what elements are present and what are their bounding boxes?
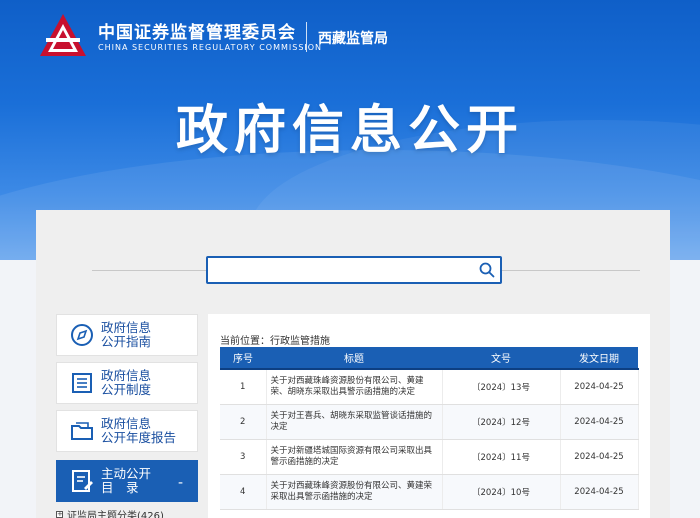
- sidebar-item-label: 公开制度: [101, 382, 152, 397]
- main-card: 政府信息 公开指南 政府信息 公开制度 政府信息 公开年度报告 主动公开 目 录…: [36, 210, 670, 518]
- column-header-no: 序号: [220, 347, 266, 370]
- row-doc-no: 〔2024〕11号: [442, 439, 561, 475]
- csrc-logo-icon[interactable]: [38, 12, 88, 58]
- compass-icon: [63, 314, 101, 356]
- row-title-link[interactable]: 关于对王喜兵、胡晓东采取监管谈话措施的决定: [266, 404, 443, 440]
- column-header-doc-no: 文号: [442, 347, 560, 370]
- results-table: 序号 标题 文号 发文日期 1 关于对西藏珠峰资源股份有限公司、黄建荣、胡晓东采…: [220, 347, 639, 510]
- row-number: 1: [220, 369, 267, 405]
- sidebar-item-label: 政府信息: [101, 320, 152, 335]
- header-divider: [306, 22, 307, 52]
- org-name-cn: 中国证券监督管理委员会: [98, 23, 296, 43]
- branch-name: 西藏监管局: [318, 31, 388, 47]
- row-doc-no: 〔2024〕12号: [442, 404, 561, 440]
- table-row: 4 关于对西藏珠峰资源股份有限公司、黄建荣采取出具警示函措施的决定 〔2024〕…: [220, 474, 639, 510]
- search-divider-right: [500, 270, 640, 271]
- folder-icon: [63, 410, 101, 452]
- row-doc-no: 〔2024〕13号: [442, 369, 561, 405]
- table-row: 3 关于对新疆塔城国际资源有限公司采取出具警示函措施的决定 〔2024〕11号 …: [220, 439, 639, 475]
- search-icon[interactable]: [474, 258, 500, 282]
- list-icon: [63, 362, 101, 404]
- content-panel: 当前位置：行政监管措施 序号 标题 文号 发文日期 1 关于对西藏珠峰资源股份有…: [208, 314, 650, 518]
- breadcrumb: 当前位置：行政监管措施: [220, 336, 330, 347]
- org-name-en: CHINA SECURITIES REGULATORY COMMISSION: [98, 43, 323, 52]
- sidebar-item-annual-report[interactable]: 政府信息 公开年度报告: [56, 410, 198, 452]
- table-row: 1 关于对西藏珠峰资源股份有限公司、黄建荣、胡晓东采取出具警示函措施的决定 〔2…: [220, 369, 639, 405]
- sidebar-item-label: 政府信息: [101, 368, 152, 383]
- page-title: 政府信息公开: [175, 101, 524, 161]
- row-date: 2024-04-25: [560, 404, 639, 440]
- row-doc-no: 〔2024〕10号: [442, 474, 561, 510]
- collapse-toggle[interactable]: -: [178, 475, 183, 491]
- sidebar-item-label: 公开年度报告: [101, 430, 177, 445]
- sidebar-item-label: 主动公开: [101, 466, 152, 481]
- search-input[interactable]: [208, 258, 474, 282]
- column-header-date: 发文日期: [560, 347, 638, 370]
- row-date: 2024-04-25: [560, 439, 639, 475]
- expand-icon[interactable]: +: [56, 510, 63, 518]
- sidebar-item-catalog[interactable]: 主动公开 目 录 -: [56, 460, 198, 502]
- row-date: 2024-04-25: [560, 369, 639, 405]
- sidebar-item-system[interactable]: 政府信息 公开制度: [56, 362, 198, 404]
- table-header-row: 序号 标题 文号 发文日期: [220, 347, 638, 370]
- row-date: 2024-04-25: [560, 474, 639, 510]
- sidebar-subitem-topic[interactable]: + 证监局主题分类(426): [56, 508, 198, 518]
- sidebar-subitem-label: 证监局主题分类(426): [67, 510, 164, 518]
- row-number: 2: [220, 404, 267, 440]
- table-row: 2 关于对王喜兵、胡晓东采取监管谈话措施的决定 〔2024〕12号 2024-0…: [220, 404, 639, 440]
- sidebar-item-guide[interactable]: 政府信息 公开指南: [56, 314, 198, 356]
- row-number: 4: [220, 474, 267, 510]
- row-title-link[interactable]: 关于对新疆塔城国际资源有限公司采取出具警示函措施的决定: [266, 439, 443, 475]
- row-number: 3: [220, 439, 267, 475]
- sidebar-item-label: 目 录: [101, 480, 139, 495]
- sidebar-item-label: 公开指南: [101, 334, 152, 349]
- sidebar-item-label: 政府信息: [101, 416, 152, 431]
- row-title-link[interactable]: 关于对西藏珠峰资源股份有限公司、黄建荣、胡晓东采取出具警示函措施的决定: [266, 369, 443, 405]
- row-title-link[interactable]: 关于对西藏珠峰资源股份有限公司、黄建荣采取出具警示函措施的决定: [266, 474, 443, 510]
- column-header-title: 标题: [266, 347, 442, 370]
- document-edit-icon: [63, 460, 101, 502]
- search-bar: [206, 256, 502, 284]
